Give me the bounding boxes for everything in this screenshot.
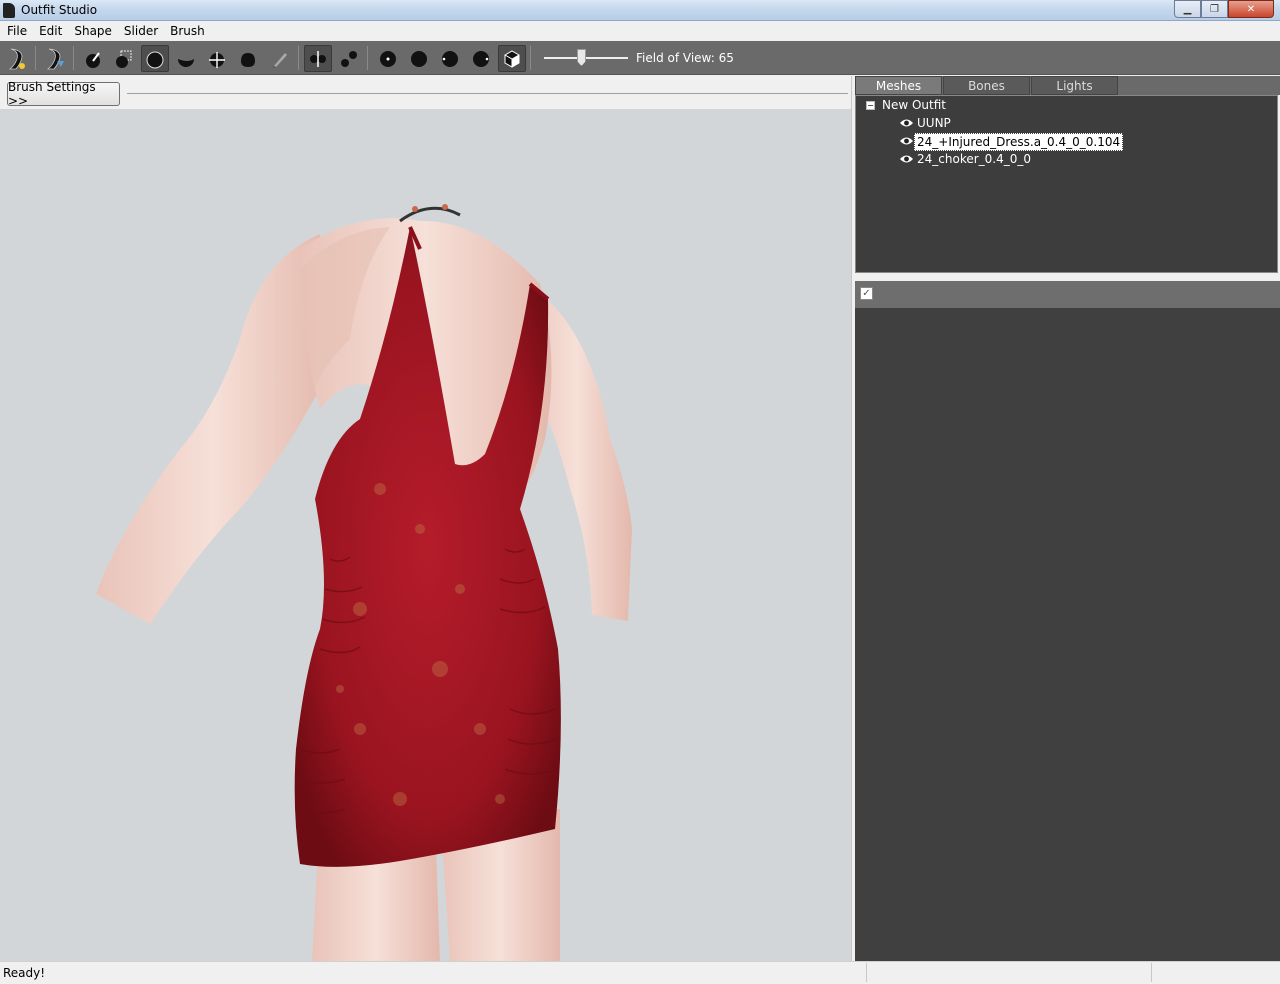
close-button[interactable]: ✕ bbox=[1228, 0, 1274, 18]
field-of-view-label: Field of View: 65 bbox=[636, 51, 734, 65]
3d-viewport[interactable] bbox=[0, 109, 851, 961]
smooth-brush-icon bbox=[241, 52, 255, 67]
tree-item-mesh-selected[interactable]: 24_+Injured_Dress.a_0.4_0_0.104 bbox=[914, 133, 1124, 151]
slider-list-panel bbox=[855, 308, 1280, 961]
tree-item-mesh[interactable]: UUNP bbox=[917, 116, 951, 130]
minimize-icon: ▁ bbox=[1183, 3, 1192, 15]
visibility-eye-icon[interactable] bbox=[899, 136, 914, 146]
status-divider bbox=[866, 963, 867, 982]
move-brush-button[interactable] bbox=[203, 45, 231, 72]
vertex-small-button[interactable] bbox=[374, 45, 402, 72]
connected-button[interactable] bbox=[335, 45, 363, 72]
menu-file[interactable]: File bbox=[1, 22, 33, 41]
window-title: Outfit Studio bbox=[21, 3, 98, 17]
restore-icon: ❐ bbox=[1210, 3, 1219, 15]
load-reference-button[interactable] bbox=[41, 45, 69, 72]
wireframe-icon bbox=[504, 49, 520, 68]
field-of-view-track[interactable] bbox=[544, 57, 628, 59]
tab-bones[interactable]: Bones bbox=[943, 76, 1030, 95]
smooth-brush-button[interactable] bbox=[234, 45, 262, 72]
vertex-xlarge-button[interactable] bbox=[467, 45, 495, 72]
visibility-eye-icon[interactable] bbox=[899, 154, 914, 164]
new-project-button[interactable] bbox=[3, 45, 31, 72]
app-icon bbox=[3, 3, 15, 18]
close-icon: ✕ bbox=[1246, 3, 1256, 15]
title-bar: Outfit Studio ▁ ❐ ✕ bbox=[0, 0, 1280, 21]
brush-settings-button[interactable]: Brush Settings >> bbox=[7, 80, 120, 108]
inflate-brush-icon bbox=[146, 51, 164, 68]
mask-brush-button[interactable] bbox=[110, 45, 138, 72]
move-brush-icon bbox=[209, 51, 225, 68]
visibility-eye-icon[interactable] bbox=[899, 118, 914, 128]
load-reference-icon bbox=[46, 48, 64, 69]
vertex-large-button[interactable] bbox=[436, 45, 464, 72]
status-text: Ready! bbox=[3, 966, 46, 980]
vertex-large-icon bbox=[442, 50, 458, 67]
mask-brush-icon bbox=[116, 50, 132, 68]
tab-meshes[interactable]: Meshes bbox=[855, 76, 942, 95]
deflate-brush-button[interactable] bbox=[172, 45, 200, 72]
tree-collapse-toggle[interactable]: − bbox=[866, 101, 875, 110]
window-controls: ▁ ❐ ✕ bbox=[1174, 0, 1274, 18]
maximize-button[interactable]: ❐ bbox=[1201, 0, 1228, 18]
menu-edit[interactable]: Edit bbox=[33, 22, 68, 41]
wireframe-button[interactable] bbox=[498, 45, 526, 72]
vertex-medium-button[interactable] bbox=[405, 45, 433, 72]
tab-lights[interactable]: Lights bbox=[1031, 76, 1118, 95]
status-divider bbox=[1151, 963, 1152, 982]
menu-brush[interactable]: Brush bbox=[164, 22, 211, 41]
vertex-xlarge-icon bbox=[473, 50, 489, 67]
tree-root-label[interactable]: New Outfit bbox=[882, 98, 946, 112]
vertex-medium-icon bbox=[411, 50, 427, 67]
mirror-button[interactable] bbox=[304, 45, 332, 72]
minimize-button[interactable]: ▁ bbox=[1174, 0, 1201, 18]
panel-gap bbox=[855, 273, 1280, 281]
vertex-small-icon bbox=[380, 50, 396, 67]
brush-settings-divider bbox=[127, 93, 848, 94]
new-project-icon bbox=[8, 48, 25, 69]
slider-panel-header bbox=[855, 281, 1280, 308]
tree-item-mesh[interactable]: 24_choker_0.4_0_0 bbox=[917, 152, 1031, 166]
inflate-brush-button[interactable] bbox=[141, 45, 169, 72]
weight-brush-button[interactable] bbox=[266, 45, 294, 72]
connected-icon bbox=[341, 50, 357, 67]
menu-bar: File Edit Shape Slider Brush bbox=[0, 22, 1280, 41]
deflate-brush-icon bbox=[178, 58, 194, 67]
select-brush-icon bbox=[86, 51, 100, 68]
weight-brush-icon bbox=[273, 52, 287, 68]
mirror-icon bbox=[310, 50, 326, 67]
menu-slider[interactable]: Slider bbox=[118, 22, 164, 41]
menu-shape[interactable]: Shape bbox=[68, 22, 118, 41]
status-bar bbox=[0, 961, 1280, 984]
outfit-model-render bbox=[96, 204, 632, 961]
slider-toggle-checkbox[interactable]: ✓ bbox=[860, 287, 873, 300]
select-brush-button[interactable] bbox=[79, 45, 107, 72]
